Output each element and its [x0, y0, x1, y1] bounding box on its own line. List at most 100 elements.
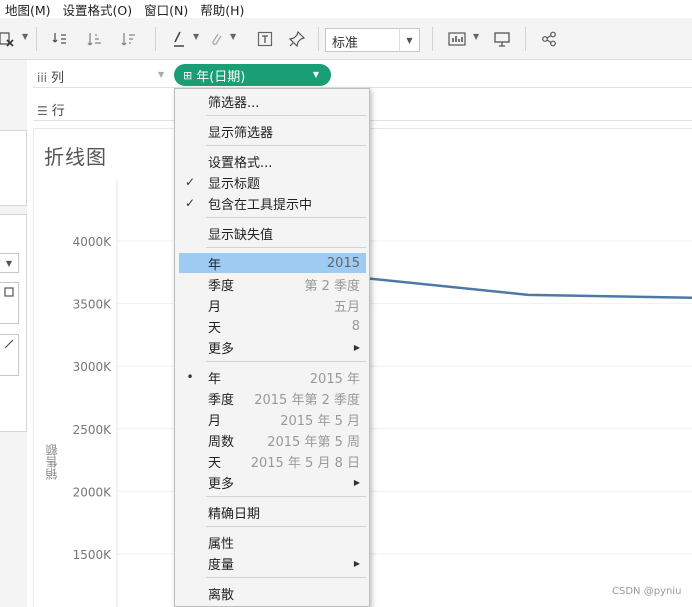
show-me-icon[interactable]: [448, 29, 466, 49]
highlight-icon[interactable]: [170, 29, 186, 49]
chevron-down-icon[interactable]: ▼: [230, 32, 236, 41]
mark-type-dropdown[interactable]: ▼: [0, 253, 19, 273]
menu-item-label: 季度: [208, 278, 235, 294]
menu-item-label: 属性: [208, 536, 235, 552]
menu-separator: [206, 247, 366, 248]
pages-card: [0, 130, 27, 206]
sort-asc-icon[interactable]: [86, 29, 102, 49]
sort-desc-icon[interactable]: [120, 29, 136, 49]
menu-window[interactable]: 窗口(N): [139, 0, 195, 19]
menu-item-label: 年: [208, 257, 222, 273]
y-tick-label: 1500K: [73, 548, 113, 562]
menu-item[interactable]: 属性: [179, 532, 366, 552]
menu-item[interactable]: 周数 2015 年第 5 周: [179, 430, 366, 450]
menu-item-label: 显示标题: [208, 176, 261, 192]
menu-item[interactable]: 度量 ▶: [179, 553, 366, 573]
y-tick-label: 2500K: [73, 423, 113, 437]
menu-item[interactable]: 天 2015 年 5 月 8 日: [179, 451, 366, 471]
mark-path-button[interactable]: [0, 334, 19, 376]
chevron-down-icon: ▼: [158, 70, 165, 79]
menu-item-value: 2015: [326, 255, 360, 271]
menu-item-value: 第 2 季度: [304, 278, 360, 294]
presentation-icon[interactable]: [493, 29, 511, 49]
pill-context-menu: 筛选器... 显示筛选器 设置格式... ✓ 显示标题 ✓ 包含在工具提示中 显示缺失值年 20…: [174, 88, 370, 607]
square-icon: [4, 287, 14, 297]
menu-item-label: 季度: [208, 392, 235, 408]
menu-item-label: 显示筛选器: [208, 125, 274, 141]
chevron-down-icon[interactable]: ▼: [193, 32, 199, 41]
menu-item[interactable]: 离散: [179, 583, 366, 603]
chevron-down-icon[interactable]: ▼: [313, 70, 319, 79]
chevron-down-icon[interactable]: ▼: [22, 32, 28, 41]
checkmark-icon: ✓: [184, 196, 196, 210]
toolbar-divider: [36, 27, 37, 51]
menu-item[interactable]: 季度 第 2 季度: [179, 274, 366, 294]
menu-item[interactable]: ✓ 显示标题: [179, 172, 366, 192]
menu-item[interactable]: 更多 ▶: [179, 472, 366, 492]
menu-help[interactable]: 帮助(H): [195, 0, 251, 19]
menu-item[interactable]: 显示缺失值: [179, 223, 366, 243]
menu-item-value: 2015 年: [309, 371, 360, 387]
menu-item[interactable]: 筛选器...: [179, 91, 366, 111]
watermark: CSDN @pyniu: [612, 586, 682, 597]
menu-item-label: 筛选器...: [208, 95, 260, 111]
menu-map[interactable]: 地图(M): [0, 0, 58, 19]
menu-item[interactable]: 设置格式...: [179, 151, 366, 171]
menu-item-label: 月: [208, 413, 222, 429]
pin-icon[interactable]: [289, 29, 305, 49]
menu-item-label: 显示缺失值: [208, 227, 274, 243]
year-date-pill[interactable]: ⊞ 年(日期) ▼: [174, 64, 331, 86]
menu-item-label: 包含在工具提示中: [208, 197, 313, 213]
menu-item[interactable]: ✓ 包含在工具提示中: [179, 193, 366, 213]
chevron-down-icon[interactable]: ▼: [473, 32, 479, 41]
toolbar-divider: [155, 27, 156, 51]
fit-select[interactable]: 标准 ▼: [325, 28, 420, 52]
menu-item[interactable]: 天8: [179, 316, 366, 336]
menu-item-label: 更多: [208, 341, 235, 357]
paperclip-icon[interactable]: [208, 29, 224, 49]
y-tick-label: 4000K: [73, 235, 113, 249]
y-tick-label: 2000K: [73, 485, 113, 499]
rows-shelf-label: ☰ 行: [37, 104, 65, 119]
label-icon[interactable]: [257, 29, 273, 49]
y-tick-label: 3000K: [73, 360, 113, 374]
clear-sheet-icon[interactable]: [0, 29, 14, 49]
bullet-icon: •: [186, 370, 194, 384]
menu-item-value: 五月: [333, 299, 360, 315]
toolbar-divider: [318, 27, 319, 51]
menu-separator: [206, 577, 366, 578]
menu-item[interactable]: 年 2015: [179, 253, 366, 273]
menu-item-label: 月: [208, 299, 222, 315]
menu-item-value: 2015 年 5 月 8 日: [250, 455, 360, 471]
menu-separator: [206, 217, 366, 218]
fit-select-value: 标准: [332, 36, 359, 51]
swap-icon[interactable]: [52, 29, 68, 49]
menu-item[interactable]: • 年 2015 年: [179, 367, 366, 387]
columns-shelf[interactable]: iii 列 ▼: [33, 61, 692, 88]
menu-item-value: 2015 年第 5 周: [267, 434, 360, 450]
menu-item-label: 度量: [208, 557, 235, 573]
menu-format[interactable]: 设置格式(O): [58, 0, 140, 19]
menu-item[interactable]: 月 五月: [179, 295, 366, 315]
menu-item-label: 设置格式...: [208, 155, 273, 171]
sheet-title: 折线图: [44, 145, 107, 169]
submenu-arrow-icon: ▶: [353, 342, 360, 352]
columns-shelf-label: iii 列: [37, 71, 65, 86]
menu-item[interactable]: 显示筛选器: [179, 121, 366, 141]
menu-item[interactable]: 季度 2015 年第 2 季度: [179, 388, 366, 408]
menu-item[interactable]: 更多 ▶: [179, 337, 366, 357]
y-tick-label: 3500K: [73, 298, 113, 312]
share-icon[interactable]: [541, 29, 557, 49]
mark-color-button[interactable]: [0, 282, 19, 324]
menu-item[interactable]: 精确日期: [179, 502, 366, 522]
menu-bar: 地图(M) 设置格式(O) 窗口(N) 帮助(H): [0, 0, 692, 18]
menu-separator: [206, 526, 366, 527]
menu-item-value: 8: [351, 318, 360, 334]
submenu-arrow-icon: ▶: [353, 558, 360, 568]
menu-item-label: 离散: [208, 587, 235, 603]
menu-item-value: 2015 年第 2 季度: [254, 392, 360, 408]
path-icon: [4, 339, 14, 349]
menu-item[interactable]: 月 2015 年 5 月: [179, 409, 366, 429]
menu-item-label: 天: [208, 455, 222, 471]
expand-plus-icon[interactable]: ⊞: [183, 69, 192, 82]
